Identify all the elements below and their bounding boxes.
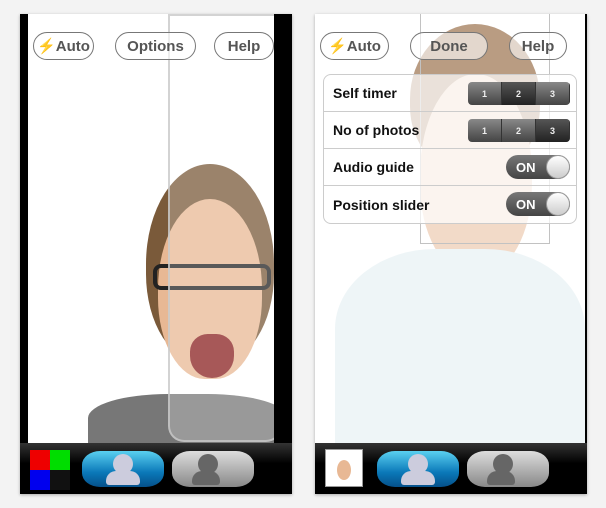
group-people-icon (192, 471, 220, 485)
setting-self-timer: Self timer 123 (324, 75, 576, 112)
self-timer-segmented-control[interactable]: 123 (468, 82, 570, 105)
auto-flash-button[interactable]: ⚡Auto (320, 32, 389, 60)
settings-panel: Self timer 123 No of photos 123 Audio gu… (323, 74, 577, 224)
setting-label: Audio guide (333, 159, 414, 175)
toggle-value: ON (516, 196, 536, 212)
phone-screen-camera: ⚡Auto Options Help (20, 14, 292, 494)
segment-1[interactable]: 1 (468, 82, 502, 105)
camera-view: ⚡Auto Done Help Self timer 123 No of pho… (315, 14, 585, 443)
setting-position-slider: Position slider ON (324, 186, 576, 223)
setting-no-of-photos: No of photos 123 (324, 112, 576, 149)
camera-view: ⚡Auto Options Help (28, 14, 274, 443)
options-button[interactable]: Options (115, 32, 196, 60)
toggle-value: ON (516, 159, 536, 175)
audio-guide-toggle[interactable]: ON (506, 155, 570, 179)
segment-3[interactable]: 3 (536, 82, 570, 105)
photos-segmented-control[interactable]: 123 (468, 119, 570, 142)
setting-audio-guide: Audio guide ON (324, 149, 576, 186)
auto-flash-button[interactable]: ⚡Auto (33, 32, 94, 60)
bottom-toolbar (20, 443, 292, 494)
done-button[interactable]: Done (410, 32, 488, 60)
last-photo-thumbnail[interactable] (325, 449, 363, 487)
phone-screen-settings: ⚡Auto Done Help Self timer 123 No of pho… (315, 14, 587, 494)
segment-2[interactable]: 2 (502, 82, 536, 105)
group-mode-button[interactable] (467, 451, 549, 487)
bottom-toolbar (315, 443, 587, 494)
segment-3[interactable]: 3 (536, 119, 570, 142)
single-person-icon (401, 471, 435, 485)
group-people-icon (487, 471, 515, 485)
segment-2[interactable]: 2 (502, 119, 536, 142)
help-button[interactable]: Help (509, 32, 567, 60)
group-mode-button[interactable] (172, 451, 254, 487)
position-slider-toggle[interactable]: ON (506, 192, 570, 216)
setting-label: No of photos (333, 122, 420, 138)
setting-label: Position slider (333, 196, 430, 213)
single-person-icon (106, 471, 140, 485)
help-button[interactable]: Help (214, 32, 274, 60)
segment-1[interactable]: 1 (468, 119, 502, 142)
single-mode-button[interactable] (82, 451, 164, 487)
position-guide-slider[interactable] (168, 14, 274, 442)
single-mode-button[interactable] (377, 451, 459, 487)
setting-label: Self timer (333, 85, 397, 101)
photo-strip-thumbnail[interactable] (30, 450, 70, 490)
